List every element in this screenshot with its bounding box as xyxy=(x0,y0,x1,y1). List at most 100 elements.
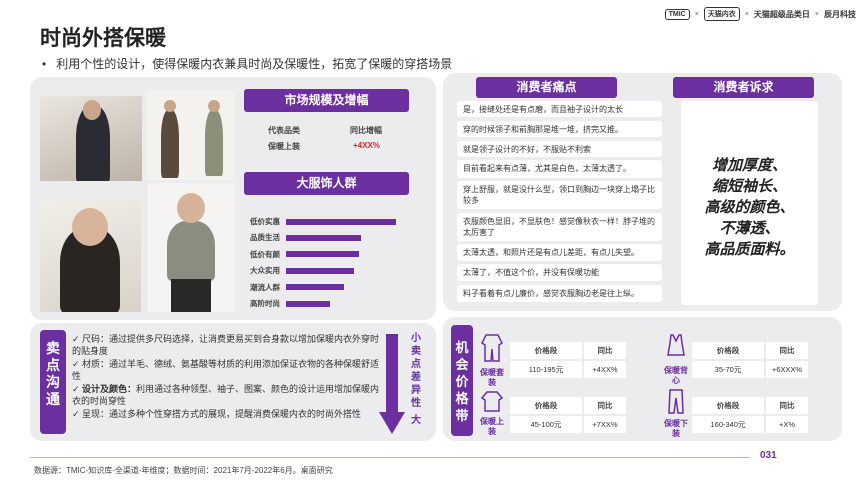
footer-divider xyxy=(30,457,750,458)
selling-point-item: ✓ 呈现：通过多种个性穿搭方式的展现，提醒消费保暖内衣的时尚外搭性 xyxy=(72,408,384,420)
tmic-logo: TMIC xyxy=(664,8,690,20)
price-item-bottom: 保暖下装 xyxy=(664,388,688,439)
difference-scale-label: 小 卖 点 差 异 性 大 xyxy=(409,332,423,427)
model-photo-1 xyxy=(40,96,142,181)
market-col-growth-header: 同比增幅 xyxy=(350,126,382,135)
top-icon xyxy=(480,391,504,412)
price-range: 45-100元 xyxy=(510,416,582,433)
check-icon: ✓ xyxy=(72,334,80,344)
price-category-label: 保暖背心 xyxy=(664,366,688,385)
crowd-bar-label: 低价有颜 xyxy=(250,249,280,259)
scale-char: 性 xyxy=(411,398,421,409)
crowd-bar xyxy=(286,251,359,258)
yoy-value: +4XX% xyxy=(584,361,626,378)
yoy-value: +X% xyxy=(766,416,808,433)
selling-points-label-char: 通 xyxy=(46,391,60,407)
scale-char: 差 xyxy=(411,372,421,383)
logo-separator: × xyxy=(744,10,749,18)
price-header: 价格段 xyxy=(692,397,764,414)
selling-points-label-char: 点 xyxy=(46,357,60,373)
scale-char: 异 xyxy=(411,385,421,396)
subtitle-text: 利用个性的设计，使得保暖内衣兼具时尚及保暖性，拓宽了保暖的穿搭场景 xyxy=(56,57,453,71)
market-growth-value: +4XX% xyxy=(353,141,380,150)
market-col-category-header: 代表品类 xyxy=(268,126,300,135)
yoy-value: +7XX% xyxy=(584,416,626,433)
crowd-bar xyxy=(286,300,330,307)
crowd-bar-row: 大众实用 xyxy=(240,265,355,276)
price-category-label: 保暖套装 xyxy=(480,368,504,387)
logo-separator: × xyxy=(694,10,699,18)
crowd-bar-label: 品质生活 xyxy=(250,233,280,243)
check-icon: ✓ xyxy=(72,359,80,369)
scale-char: 大 xyxy=(411,415,421,426)
price-category-label: 保暖下装 xyxy=(664,419,688,438)
selling-point-text: 通过提供多尺码选择，让消费更易买到合身款以增加保暖内衣外穿时的贴身度 xyxy=(72,334,380,356)
selling-points-label-char: 卖 xyxy=(46,340,60,356)
yoy-header: 同比 xyxy=(584,342,626,359)
pain-point-item: 衣服颜色显旧，不显肤色！感觉像秋衣一样！脖子堆的太厉害了 xyxy=(457,213,662,241)
appeal-line: 高品质面料。 xyxy=(704,240,795,258)
price-item-top: 保暖上装 xyxy=(480,390,504,437)
price-range: 110-195元 xyxy=(510,361,582,378)
appeal-line: 不薄透、 xyxy=(719,219,780,237)
crowd-chart: 低价实惠 品质生活 低价有颜 大众实用 潮流人群 高阶时尚 xyxy=(240,216,420,316)
price-table-bottom: 价格段 同比 160-340元 +X% xyxy=(690,395,810,435)
pain-point-item: 就是领子设计的不好，不服贴不利索 xyxy=(457,141,662,157)
selling-point-text: 通过羊毛、德绒、氨基酸等材质的利用添加保证衣物的各种保暖舒适性 xyxy=(72,359,380,381)
crowd-bar-row: 高阶时尚 xyxy=(240,298,330,309)
selling-point-item: ✓ 设计及颜色：利用通过各种领型、袖子、图案、颜色的设计运用增加保暖内衣的时尚穿性 xyxy=(72,383,384,407)
price-band-label-char: 价 xyxy=(455,374,469,389)
price-header: 价格段 xyxy=(510,342,582,359)
data-source: 数据源：TMIC-知识库-全渠道-年维度；数据时间：2021年7月-2022年6… xyxy=(34,466,333,475)
selling-point-text: 通过多种个性穿搭方式的展现，提醒消费保暖内衣的时尚外搭性 xyxy=(109,409,362,419)
selling-point-item: ✓ 材质：通过羊毛、德绒、氨基酸等材质的利用添加保证衣物的各种保暖舒适性 xyxy=(72,358,384,382)
price-header: 价格段 xyxy=(510,397,582,414)
price-range: 35-70元 xyxy=(692,361,764,378)
price-table-suit: 价格段 同比 110-195元 +4XX% xyxy=(508,340,628,380)
yoy-value: +6XXX% xyxy=(766,361,808,378)
selling-points-label-char: 沟 xyxy=(46,374,60,390)
pain-point-item: 目前看起来有点薄，尤其是白色，太薄太透了。 xyxy=(457,160,662,178)
crowd-bar-row: 品质生活 xyxy=(240,232,361,243)
appeals-text: 增加厚度、 缩短袖长、 高级的颜色、 不薄透、 高品质面料。 xyxy=(681,101,818,260)
tmall-super-category-logo: 天猫超级品类日 xyxy=(753,9,810,19)
price-range: 160-340元 xyxy=(692,416,764,433)
scale-char: 点 xyxy=(411,359,421,370)
price-band-label-char: 会 xyxy=(455,357,469,372)
market-heading: 市场规模及增幅 xyxy=(244,89,409,112)
tmall-underwear-logo: 天猫内衣 xyxy=(703,7,740,21)
selling-points-label: 卖 点 沟 通 xyxy=(40,330,66,434)
selling-point-title: 呈现： xyxy=(82,409,110,419)
pain-points-heading: 消费者痛点 xyxy=(476,77,617,98)
crowd-heading: 大服饰人群 xyxy=(244,172,409,195)
crowd-bar xyxy=(286,218,396,225)
price-category-label: 保暖上装 xyxy=(480,417,504,436)
crowd-bar xyxy=(286,284,345,291)
price-table-top: 价格段 同比 45-100元 +7XX% xyxy=(508,395,628,435)
crowd-bar-row: 潮流人群 xyxy=(240,282,345,293)
scale-char: 小 xyxy=(411,333,421,344)
difference-scale xyxy=(378,330,406,436)
price-band-label: 机 会 价 格 带 xyxy=(451,325,473,436)
check-icon: ✓ xyxy=(72,384,80,394)
price-band-label-char: 机 xyxy=(455,340,469,355)
suit-icon xyxy=(481,334,503,362)
crowd-bar-label: 高阶时尚 xyxy=(250,299,280,308)
model-photo-2 xyxy=(147,90,235,180)
selling-point-title: 设计及颜色： xyxy=(82,384,137,394)
yoy-header: 同比 xyxy=(766,397,808,414)
pain-point-item: 太薄了，不值这个价，并没有保暖功能 xyxy=(457,264,662,281)
crowd-bar-label: 大众实用 xyxy=(250,266,280,276)
selling-point-title: 尺码： xyxy=(82,334,110,344)
model-photo-3 xyxy=(40,200,141,312)
selling-point-title: 材质： xyxy=(82,359,110,369)
scale-char: 卖 xyxy=(411,346,421,357)
logo-separator: × xyxy=(814,10,819,18)
pain-point-item: 太薄太透，和照片还是有点儿差距，有点儿失望。 xyxy=(457,244,662,261)
page-title: 时尚外搭保暖 xyxy=(40,27,166,50)
selling-points-list: ✓ 尺码：通过提供多尺码选择，让消费更易买到合身款以增加保暖内衣外穿时的贴身度 ✓ 材… xyxy=(72,333,384,421)
appeal-line: 高级的颜色、 xyxy=(704,198,795,216)
crowd-bar xyxy=(286,267,355,274)
page-subtitle: • 利用个性的设计，使得保暖内衣兼具时尚及保暖性，拓宽了保暖的穿搭场景 xyxy=(42,55,452,72)
appeals-card: 增加厚度、 缩短袖长、 高级的颜色、 不薄透、 高品质面料。 xyxy=(681,101,818,305)
